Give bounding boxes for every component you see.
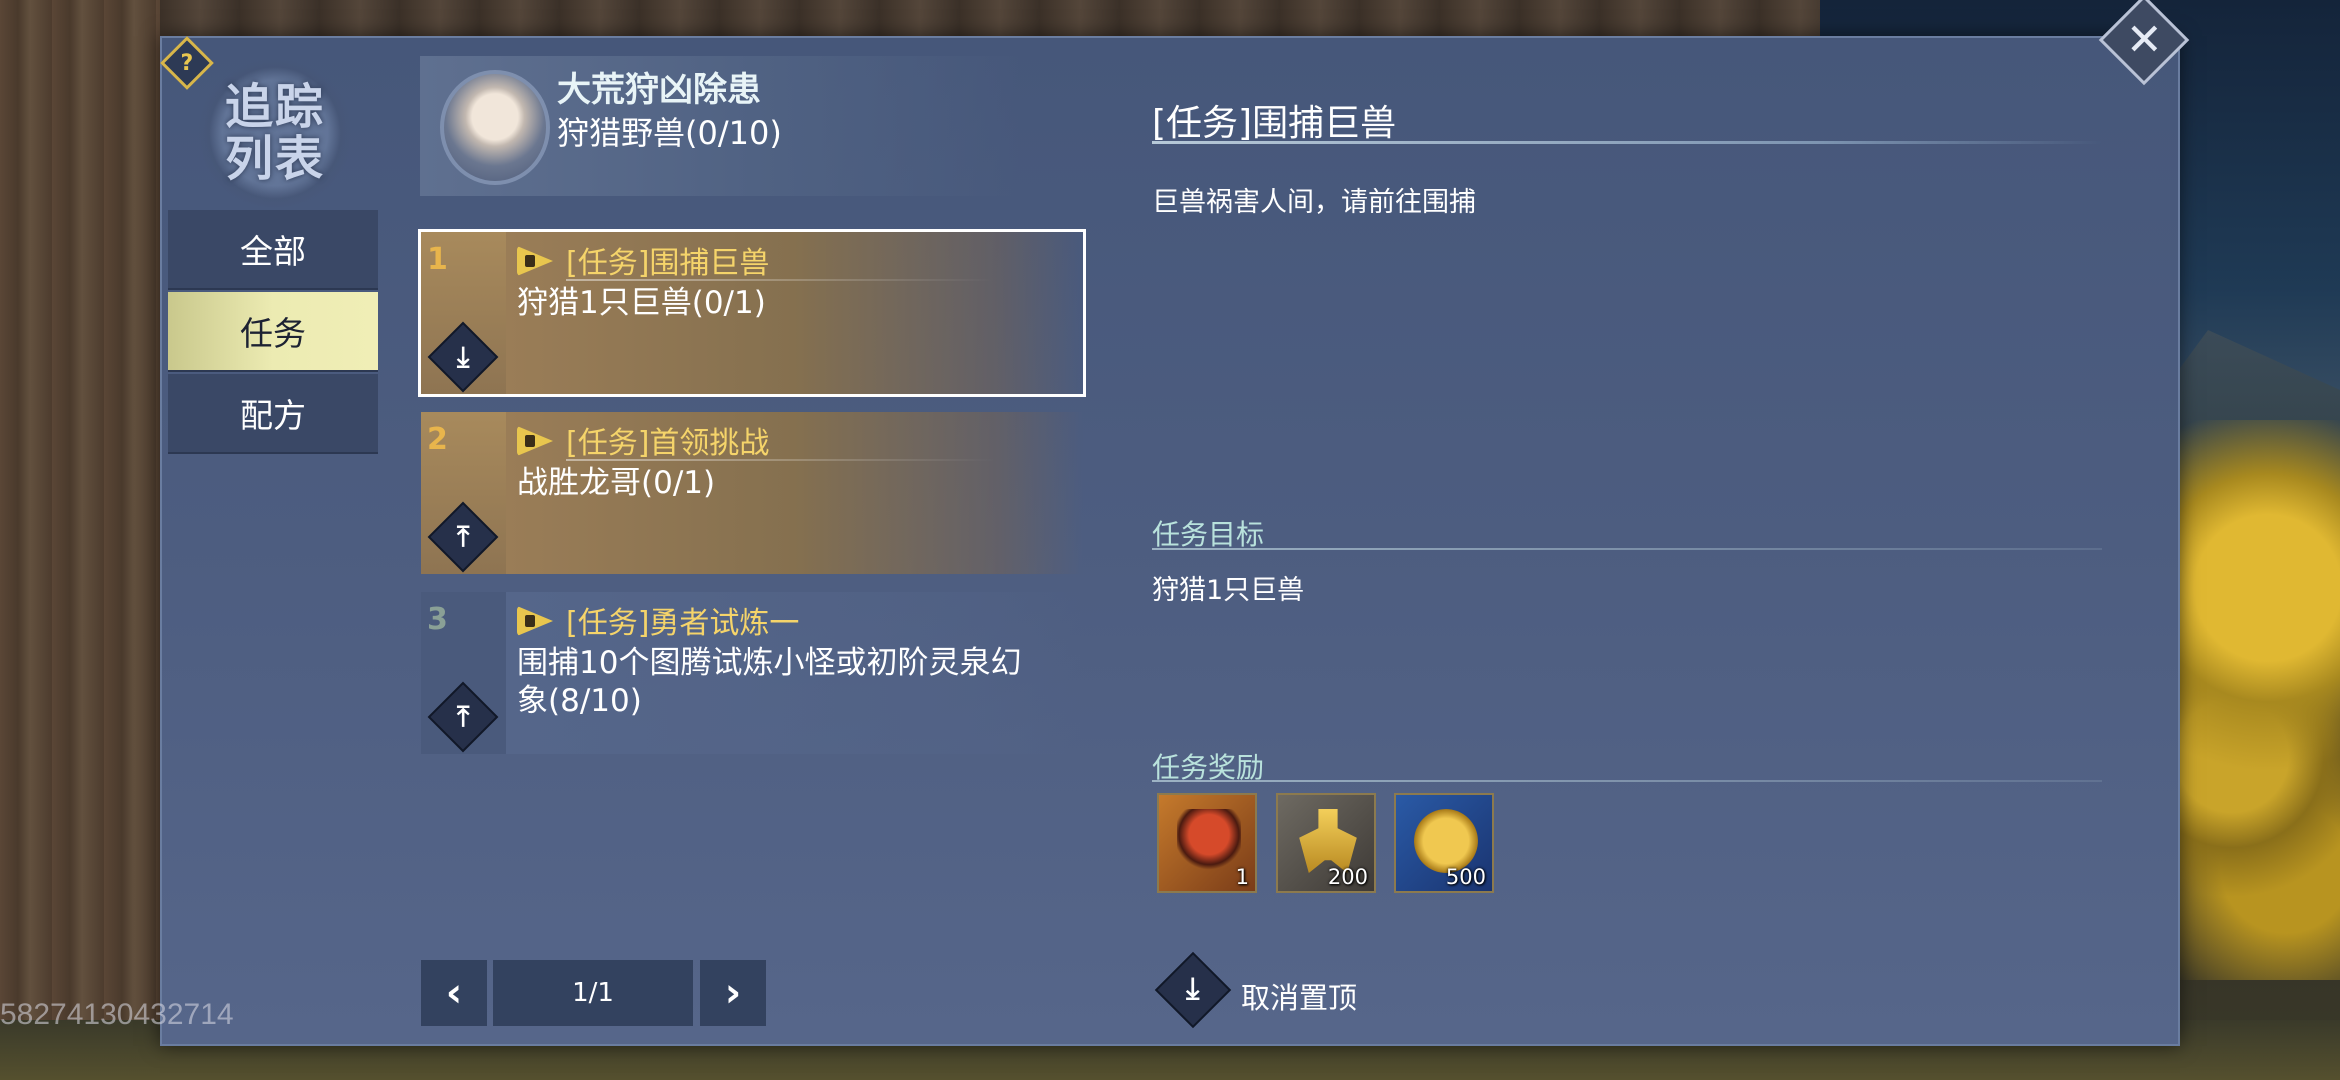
objective-header: 任务目标 bbox=[1152, 518, 1265, 551]
quest-title: [任务]勇者试炼一 bbox=[566, 606, 800, 641]
unpin-icon: ⤓ bbox=[456, 339, 470, 373]
tab-all[interactable]: 全部 bbox=[168, 210, 378, 290]
tab-all-label: 全部 bbox=[240, 232, 306, 271]
user-id-watermark: 58274130432714 bbox=[0, 998, 234, 1031]
tracking-list-emblem: 追踪 列表 bbox=[195, 58, 355, 208]
reward-count: 1 bbox=[1235, 865, 1249, 889]
chevron-right-icon: › bbox=[724, 970, 742, 1016]
quest-item-3[interactable]: 3 [任务]勇者试炼一 围捕10个图腾试炼小怪或初阶灵泉幻象(8/10) ⤒ bbox=[421, 592, 1083, 754]
next-page-button[interactable]: › bbox=[700, 960, 766, 1026]
page-indicator: 1/1 bbox=[493, 960, 693, 1026]
quest-number: 1 bbox=[427, 242, 448, 277]
emblem-text-line2: 列表 bbox=[224, 131, 325, 187]
quest-description: 围捕10个图腾试炼小怪或初阶灵泉幻象(8/10) bbox=[517, 645, 1022, 719]
reward-slot-3[interactable]: 500 bbox=[1394, 793, 1494, 893]
quest-title: [任务]围捕巨兽 bbox=[566, 246, 770, 281]
quest-detail-description: 巨兽祸害人间，请前往围捕 bbox=[1152, 187, 1476, 218]
chevron-left-icon: ‹ bbox=[445, 970, 463, 1016]
quest-item-2[interactable]: 2 [任务]首领挑战 战胜龙哥(0/1) ⤒ bbox=[421, 412, 1083, 574]
tab-recipes[interactable]: 配方 bbox=[168, 374, 378, 454]
background-roof bbox=[160, 0, 1860, 40]
chapter-portrait-avatar bbox=[440, 70, 550, 185]
background-autumn-tree bbox=[2160, 420, 2340, 980]
chest-reward-icon bbox=[1177, 809, 1241, 873]
close-icon: ✕ bbox=[2125, 14, 2163, 66]
objective-text: 狩猎1只巨兽 bbox=[1152, 575, 1305, 606]
gold-armor-icon bbox=[1299, 809, 1357, 873]
quest-title-divider bbox=[566, 459, 996, 461]
pin-to-top-icon: ⤒ bbox=[456, 699, 470, 733]
unpin-label[interactable]: 取消置顶 bbox=[1241, 975, 1357, 1017]
detail-title-divider bbox=[1152, 141, 2102, 144]
reward-slot-2[interactable]: 200 bbox=[1276, 793, 1376, 893]
quest-number: 2 bbox=[427, 422, 448, 457]
unpin-icon: ⤓ bbox=[1186, 971, 1200, 1007]
background-wood-wall bbox=[0, 0, 170, 1080]
quest-title: [任务]首领挑战 bbox=[566, 426, 770, 461]
quest-description: 狩猎1只巨兽(0/1) bbox=[517, 285, 766, 321]
chapter-title: 大荒狩凶除患 bbox=[557, 70, 761, 110]
reward-count: 500 bbox=[1445, 865, 1486, 889]
reward-divider bbox=[1152, 780, 2102, 782]
tab-recipes-label: 配方 bbox=[240, 396, 306, 435]
quest-description: 战胜龙哥(0/1) bbox=[517, 465, 716, 501]
quest-item-1[interactable]: 1 [任务]围捕巨兽 狩猎1只巨兽(0/1) ⤓ bbox=[418, 229, 1086, 397]
reward-count: 200 bbox=[1327, 865, 1368, 889]
tab-quests-label: 任务 bbox=[240, 314, 306, 353]
reward-slot-1[interactable]: 1 bbox=[1157, 793, 1257, 893]
pin-to-top-icon: ⤒ bbox=[456, 519, 470, 553]
chapter-progress: 狩猎野兽(0/10) bbox=[557, 114, 782, 152]
prev-page-button[interactable]: ‹ bbox=[421, 960, 487, 1026]
tab-quests[interactable]: 任务 bbox=[168, 292, 378, 372]
help-icon-glyph: ? bbox=[180, 50, 194, 76]
quest-title-divider bbox=[566, 279, 996, 281]
objective-divider bbox=[1152, 548, 2102, 550]
quest-detail-title: [任务]围捕巨兽 bbox=[1152, 103, 1397, 144]
emblem-text-line1: 追踪 bbox=[224, 79, 325, 135]
quest-number: 3 bbox=[427, 602, 448, 637]
